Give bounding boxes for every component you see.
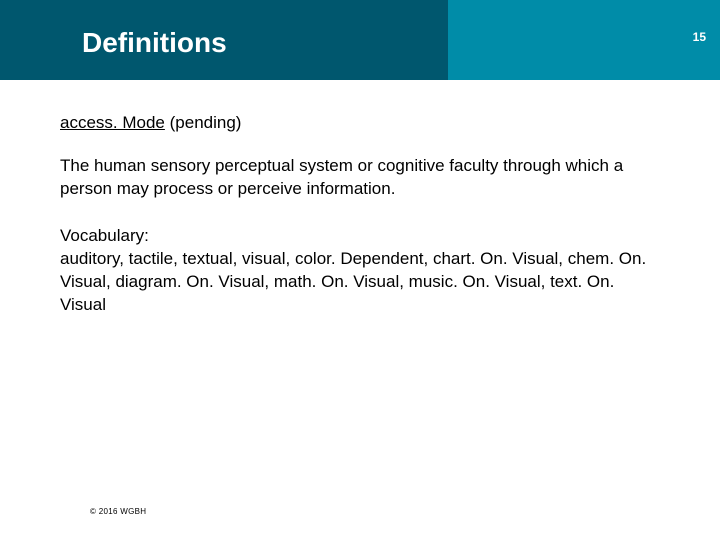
term-status: (pending) xyxy=(170,113,242,132)
header-right-panel: 15 xyxy=(448,0,720,80)
definition-text: The human sensory perceptual system or c… xyxy=(60,155,660,201)
term-line: access. Mode (pending) xyxy=(60,112,660,135)
term-name: access. Mode xyxy=(60,113,165,132)
page-title: Definitions xyxy=(82,27,227,59)
vocabulary-label: Vocabulary: xyxy=(60,226,149,245)
slide: Definitions 15 access. Mode (pending) Th… xyxy=(0,0,720,540)
header-bar: Definitions 15 xyxy=(0,0,720,80)
header-left-panel: Definitions xyxy=(0,0,448,80)
vocabulary-list: auditory, tactile, textual, visual, colo… xyxy=(60,249,646,314)
body-content: access. Mode (pending) The human sensory… xyxy=(60,112,660,317)
slide-number: 15 xyxy=(693,30,706,44)
footer-copyright: © 2016 WGBH xyxy=(90,507,146,516)
vocabulary-block: Vocabulary: auditory, tactile, textual, … xyxy=(60,225,660,317)
